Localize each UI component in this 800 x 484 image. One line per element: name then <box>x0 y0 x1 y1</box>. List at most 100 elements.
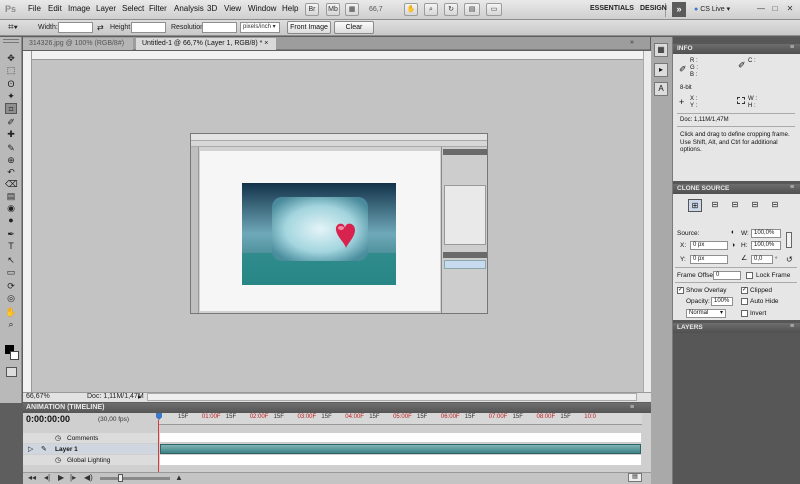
clone-stamp-icon[interactable]: ⊕ <box>5 155 17 166</box>
screen-mode-button[interactable]: ▭ <box>486 3 502 16</box>
layer-duration-bar[interactable] <box>160 444 641 454</box>
quick-mask-icon[interactable] <box>6 367 17 377</box>
comments-track[interactable] <box>160 433 641 443</box>
auto-hide-checkbox[interactable] <box>741 298 748 305</box>
menu-edit[interactable]: Edit <box>48 4 62 13</box>
next-frame-icon[interactable]: |▸ <box>70 473 76 482</box>
eraser-icon[interactable]: ⌫ <box>5 179 18 190</box>
3d-rotate-icon[interactable]: ⟳ <box>5 281 17 292</box>
zoom-in-icon[interactable]: ▲ <box>175 473 183 482</box>
play-icon[interactable]: ▶ <box>58 473 64 482</box>
timeline-title[interactable]: ANIMATION (TIMELINE) <box>26 404 104 411</box>
front-image-button[interactable]: Front Image <box>287 21 331 34</box>
global-stopwatch-icon[interactable]: ◷ <box>55 456 61 464</box>
timeline-menu-icon[interactable]: ≡ <box>630 404 634 411</box>
shape-tool-icon[interactable]: ▭ <box>5 267 17 278</box>
path-selection-icon[interactable]: ↖ <box>5 255 17 266</box>
crop-preset-icon[interactable]: ⌗▾ <box>8 22 22 34</box>
dodge-icon[interactable]: ● <box>5 215 17 226</box>
blend-mode-select[interactable]: Normal ▾ <box>686 309 726 318</box>
view-extras-button[interactable]: ▦ <box>345 3 359 16</box>
lock-frame-checkbox[interactable] <box>746 272 753 279</box>
status-menu-icon[interactable]: ▸ <box>138 393 142 401</box>
show-overlay-checkbox[interactable]: ✓ <box>677 287 684 294</box>
tab-314326[interactable]: 314326.jpg @ 100% (RGB/8#) <box>23 38 133 50</box>
arrange-documents-button[interactable]: ▤ <box>464 3 480 16</box>
pen-tool-icon[interactable]: ✒ <box>5 229 17 240</box>
marquee-tool-icon[interactable]: ⬚ <box>5 65 17 76</box>
first-frame-icon[interactable]: ◂◂ <box>28 473 36 482</box>
rotation-input[interactable]: 0,0 <box>751 255 773 264</box>
flip-vertical-icon[interactable]: ◑ <box>731 242 735 249</box>
menu-3d[interactable]: 3D <box>207 4 217 13</box>
blur-icon[interactable]: ◉ <box>5 203 17 214</box>
menu-image[interactable]: Image <box>68 4 90 13</box>
healing-brush-icon[interactable]: ✚ <box>5 129 17 140</box>
global-lighting-track[interactable] <box>160 455 641 465</box>
link-scale-icon[interactable] <box>786 232 792 248</box>
eyedropper-icon[interactable]: ✐ <box>5 117 17 128</box>
zoom-slider[interactable] <box>100 477 170 480</box>
workspace-essentials[interactable]: ESSENTIALS <box>590 5 634 12</box>
tools-grip[interactable] <box>3 39 19 43</box>
history-panel-icon[interactable]: ▦ <box>654 43 668 57</box>
character-panel-icon[interactable]: A <box>654 82 668 96</box>
bridge-button[interactable]: Br <box>305 3 319 16</box>
stopwatch-icon[interactable]: ◷ <box>55 434 61 442</box>
horizontal-scrollbar[interactable] <box>147 393 637 401</box>
y-offset-input[interactable]: 0 px <box>690 255 728 264</box>
brush-tool-icon[interactable]: ✎ <box>5 143 17 154</box>
current-time[interactable]: 0:00:00:00 <box>26 414 70 424</box>
menu-filter[interactable]: Filter <box>149 4 167 13</box>
height-input[interactable] <box>131 22 166 33</box>
3d-orbit-icon[interactable]: ◎ <box>5 293 17 304</box>
tabs-overflow-icon[interactable]: » <box>630 39 634 46</box>
history-brush-icon[interactable]: ↶ <box>5 167 17 178</box>
audio-icon[interactable]: ◀) <box>84 473 93 482</box>
expand-triangle-icon[interactable]: ▷ <box>28 445 33 453</box>
resolution-unit-select[interactable]: pixels/inch ▾ <box>240 22 280 33</box>
document-canvas[interactable] <box>190 133 488 314</box>
info-menu-icon[interactable]: ≡ <box>790 44 794 51</box>
tab-close-icon[interactable]: × <box>264 40 268 47</box>
scale-height-input[interactable]: 100,0% <box>751 241 781 250</box>
move-tool-icon[interactable]: ✥ <box>5 53 17 64</box>
menu-file[interactable]: File <box>28 4 41 13</box>
vertical-scrollbar[interactable] <box>643 51 651 392</box>
cs-live-button[interactable]: ● CS Live ▾ <box>694 5 730 13</box>
menu-layer[interactable]: Layer <box>96 4 116 13</box>
x-offset-input[interactable]: 0 px <box>690 241 728 250</box>
mini-bridge-button[interactable]: Mb <box>326 3 340 16</box>
workspace-design[interactable]: DESIGN <box>640 5 667 12</box>
workspace-more-button[interactable]: » <box>672 2 686 17</box>
status-zoom[interactable]: 66,67% <box>26 393 50 400</box>
actions-panel-icon[interactable]: ▸ <box>654 63 668 77</box>
scale-width-input[interactable]: 100,0% <box>751 229 781 238</box>
zoom-tool-icon[interactable]: ⌕ <box>5 319 17 330</box>
swap-icon[interactable]: ⇄ <box>97 23 104 32</box>
clone-source-2-icon[interactable]: ⊟ <box>708 199 722 212</box>
layers-menu-icon[interactable]: ≡ <box>790 323 794 330</box>
invert-checkbox[interactable] <box>741 310 748 317</box>
background-color-swatch[interactable] <box>10 351 19 360</box>
clone-source-1-icon[interactable]: ⊞ <box>688 199 702 212</box>
quick-selection-icon[interactable]: ✦ <box>5 91 17 102</box>
width-input[interactable] <box>58 22 93 33</box>
clipped-checkbox[interactable]: ✓ <box>741 287 748 294</box>
lasso-tool-icon[interactable]: ʘ <box>5 79 17 90</box>
convert-to-frames-icon[interactable]: ▤ <box>628 473 642 482</box>
flip-horizontal-icon[interactable]: ◐ <box>731 229 735 236</box>
clear-button[interactable]: Clear <box>334 21 374 34</box>
layers-panel-title[interactable]: LAYERS <box>677 324 703 331</box>
menu-help[interactable]: Help <box>282 4 298 13</box>
clone-source-title[interactable]: CLONE SOURCE <box>677 185 729 192</box>
hand-tool-icon[interactable]: ✋ <box>5 307 17 318</box>
zoom-level[interactable]: 66,7 <box>369 6 383 13</box>
clone-source-4-icon[interactable]: ⊟ <box>748 199 762 212</box>
minimize-button[interactable]: — <box>756 4 766 14</box>
resolution-input[interactable] <box>202 22 237 33</box>
type-tool-icon[interactable]: T <box>5 241 17 252</box>
zoom-mini-button[interactable]: ⌕ <box>424 3 438 16</box>
gradient-icon[interactable]: ▤ <box>5 191 17 202</box>
info-panel-title[interactable]: INFO <box>677 45 693 52</box>
